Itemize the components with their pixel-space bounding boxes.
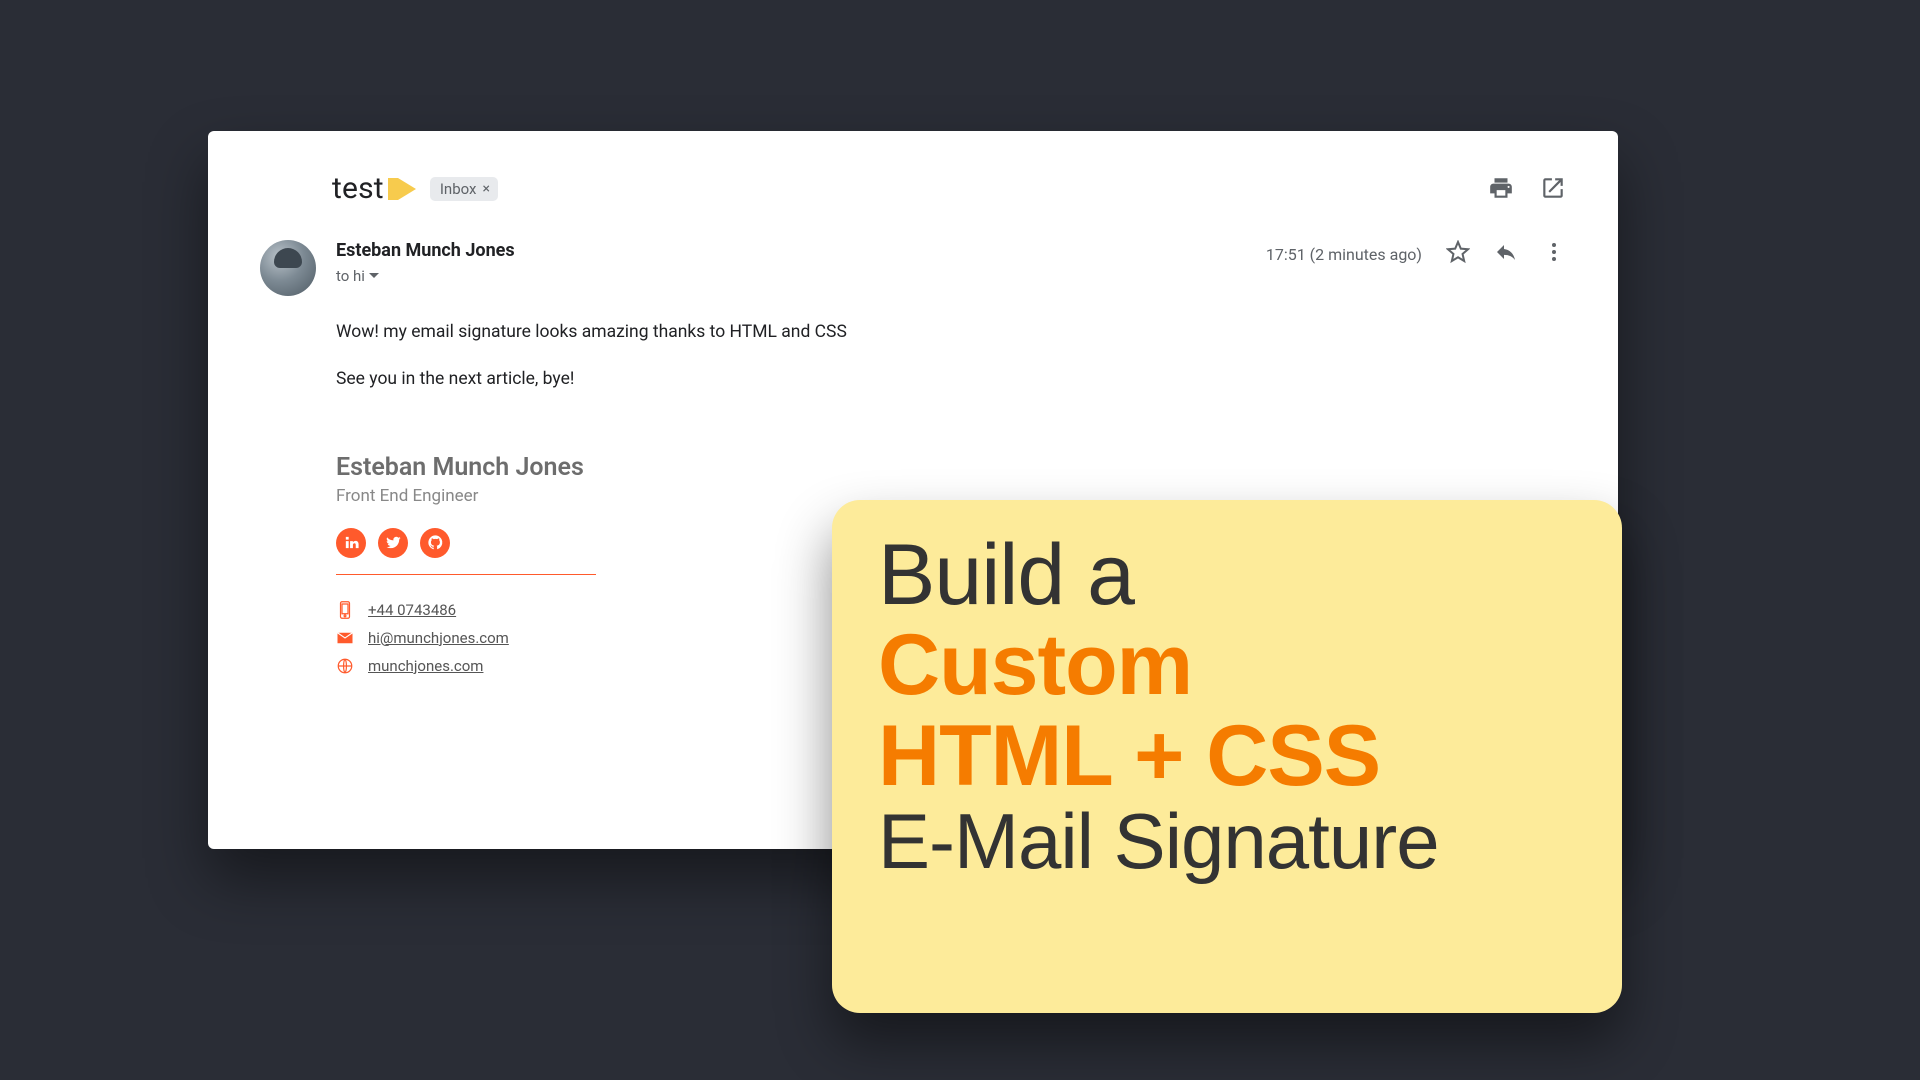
email-body-line: Wow! my email signature looks amazing th… — [336, 320, 1566, 345]
message-timestamp: 17:51 (2 minutes ago) — [1266, 245, 1422, 264]
label-chip-inbox[interactable]: Inbox × — [430, 177, 498, 201]
close-icon[interactable]: × — [482, 181, 489, 197]
reply-icon[interactable] — [1494, 240, 1518, 268]
promo-line-4: E-Mail Signature — [878, 801, 1576, 883]
signature-name: Esteban Munch Jones — [336, 453, 1566, 482]
message-actions: 17:51 (2 minutes ago) — [1266, 240, 1566, 268]
signature-phone-link[interactable]: +44 0743486 — [368, 601, 456, 619]
sender-name: Esteban Munch Jones — [336, 240, 1246, 261]
subject-row: test Inbox × — [332, 171, 1566, 206]
email-header-actions — [1488, 175, 1566, 205]
promo-line-2: Custom — [878, 620, 1576, 710]
star-icon[interactable] — [1446, 240, 1470, 268]
chevron-down-icon — [369, 271, 379, 281]
recipients-text: to hi — [336, 267, 365, 285]
open-external-icon[interactable] — [1540, 175, 1566, 205]
email-body: Wow! my email signature looks amazing th… — [336, 320, 1566, 393]
print-icon[interactable] — [1488, 175, 1514, 205]
email-body-line: See you in the next article, bye! — [336, 367, 1566, 392]
promo-line-3: HTML + CSS — [878, 711, 1576, 801]
signature-website-link[interactable]: munchjones.com — [368, 657, 483, 675]
linkedin-icon[interactable] — [336, 528, 366, 558]
signature-email-link[interactable]: hi@munchjones.com — [368, 629, 509, 647]
more-icon[interactable] — [1542, 240, 1566, 268]
message-meta: Esteban Munch Jones to hi — [336, 240, 1246, 285]
email-subject: test — [332, 171, 384, 206]
message-header-row: Esteban Munch Jones to hi 17:51 (2 minut… — [260, 240, 1566, 296]
promo-line-1: Build a — [878, 530, 1576, 620]
important-marker-icon[interactable] — [398, 178, 416, 200]
mail-icon — [336, 629, 354, 647]
github-icon[interactable] — [420, 528, 450, 558]
promo-card: Build a Custom HTML + CSS E-Mail Signatu… — [832, 500, 1622, 1013]
label-chip-text: Inbox — [440, 180, 477, 198]
recipients-dropdown[interactable]: to hi — [336, 267, 379, 285]
phone-icon — [336, 601, 354, 619]
avatar[interactable] — [260, 240, 316, 296]
signature-divider — [336, 574, 596, 575]
twitter-icon[interactable] — [378, 528, 408, 558]
globe-icon — [336, 657, 354, 675]
